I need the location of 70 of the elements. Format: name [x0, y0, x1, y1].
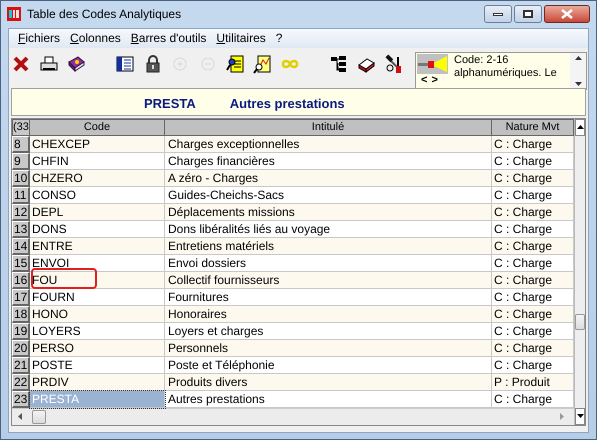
app-logo-icon [7, 7, 21, 22]
scroll-down-button[interactable] [575, 408, 585, 425]
table-row[interactable]: 17 FOURN Fournitures C : Charge [12, 288, 574, 306]
column-header[interactable]: Intitulé [165, 118, 492, 136]
restore-icon [523, 10, 533, 18]
table-row[interactable]: 10 CHZERO A zéro - Charges C : Charge [12, 170, 574, 187]
menu-item[interactable]: ? [270, 29, 288, 48]
row-number: 13 [12, 220, 30, 238]
row-number: 12 [12, 204, 30, 221]
corner-cell: (33 [12, 118, 30, 136]
menu-item[interactable]: Fichiers [13, 29, 66, 48]
row-number: 23 [12, 390, 30, 408]
tools-icon [384, 54, 404, 74]
book-icon [66, 54, 86, 74]
scroll-left-icon[interactable] [18, 413, 22, 420]
row-number: 18 [12, 306, 30, 323]
menu-item[interactable]: Colonnes [65, 29, 126, 48]
scrollbar-thumb[interactable] [575, 314, 585, 330]
next-button[interactable]: > [431, 74, 438, 86]
table-row[interactable]: 11 CONSO Guides-Cheichs-Sacs C : Charge [12, 186, 574, 204]
column-header[interactable]: Code [30, 118, 165, 136]
scroll-up-button[interactable] [575, 118, 585, 136]
row-number: 22 [12, 374, 30, 391]
document-search-icon [224, 54, 245, 74]
close-icon [11, 54, 32, 74]
row-number: 15 [12, 254, 30, 272]
record-code: PRESTA [144, 95, 196, 114]
info-text: Code: 2-16 alphanumériques. Le [453, 52, 558, 81]
column-header[interactable]: Nature Mvt [492, 118, 574, 136]
table-row[interactable]: 19 LOYERS Loyers et charges C : Charge [12, 322, 574, 340]
table-row[interactable]: 22 PRDIV Produits divers P : Produit [12, 374, 574, 391]
row-number: 14 [12, 238, 30, 255]
row-number: 17 [12, 288, 30, 306]
list-icon [115, 54, 136, 74]
row-number: 8 [12, 136, 30, 153]
previous-button[interactable]: < [421, 74, 428, 86]
menu-item[interactable]: Utilitaires [211, 29, 271, 48]
close-button[interactable] [544, 5, 590, 23]
row-number: 9 [12, 152, 30, 170]
row-number: 19 [12, 322, 30, 340]
scroll-down-icon [576, 414, 584, 418]
minimize-button[interactable] [484, 5, 512, 23]
row-number: 16 [12, 272, 30, 289]
table-row[interactable]: 8 CHEXCEP Charges exceptionnelles C : Charge [12, 136, 574, 153]
table-row[interactable]: 18 HONO Honoraires C : Charge [12, 306, 574, 323]
table-row[interactable]: 13 DONS Dons libéralités liés au voyage C : Charge [12, 220, 574, 238]
table-row[interactable]: 20 PERSO Personnels C : Charge [12, 340, 574, 357]
scrollbar-thumb[interactable] [32, 410, 46, 424]
window-title: Table des Codes Analytiques [27, 6, 182, 24]
table-row[interactable]: 23 PRESTA Autres prestations C : Charge [12, 390, 574, 408]
flashlight-icon [417, 54, 448, 74]
table-row[interactable]: 9 CHFIN Charges financières C : Charge [12, 152, 574, 170]
row-number: 10 [12, 170, 30, 187]
table-row[interactable]: 14 ENTRE Entretiens matériels C : Charge [12, 238, 574, 255]
table-row[interactable]: 21 POSTE Poste et Téléphonie C : Charge [12, 356, 574, 374]
horizontal-scrollbar[interactable] [12, 408, 574, 425]
vertical-scrollbar[interactable] [574, 118, 585, 425]
chart-search-icon [252, 54, 272, 74]
menu-item[interactable]: Barres d'outils [126, 29, 212, 48]
close-icon [561, 9, 573, 19]
row-number: 21 [12, 356, 30, 374]
scroll-up-icon[interactable] [574, 56, 582, 60]
row-number: 11 [12, 186, 30, 204]
table-row[interactable]: 12 DEPL Déplacements missions C : Charge [12, 204, 574, 221]
row-number: 20 [12, 340, 30, 357]
record-label: Autres prestations [230, 95, 345, 114]
scroll-up-icon [576, 125, 584, 130]
maximize-button[interactable] [514, 5, 542, 23]
minimize-icon [493, 12, 503, 16]
table-row[interactable]: 15 ENVOI Envoi dossiers C : Charge [12, 254, 574, 272]
